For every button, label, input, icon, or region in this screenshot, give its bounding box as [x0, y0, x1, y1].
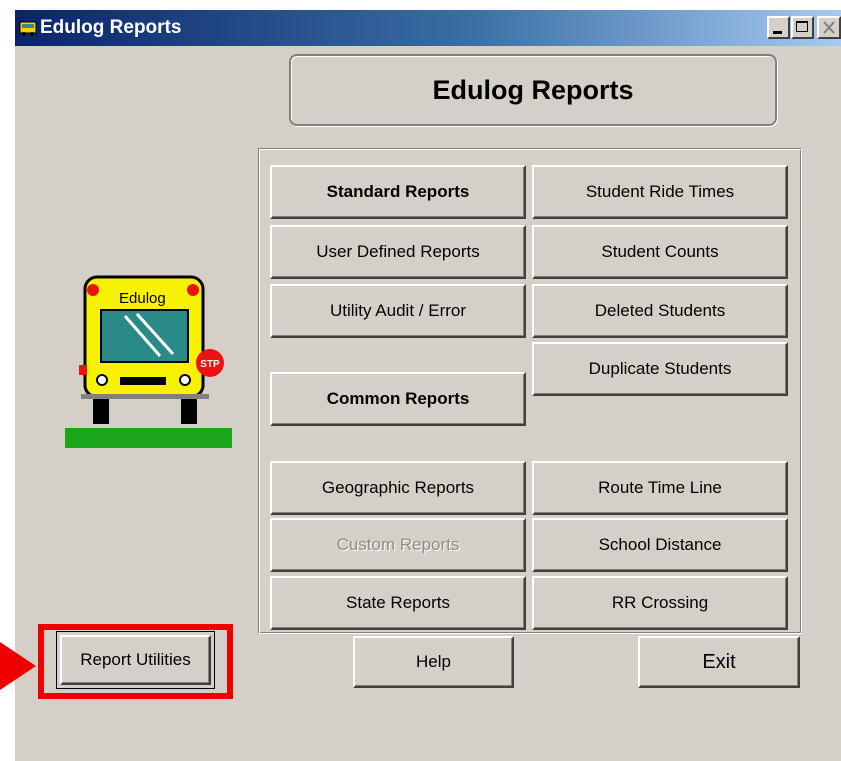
help-button[interactable]: Help	[353, 636, 514, 688]
close-icon	[823, 21, 835, 34]
common-reports-button[interactable]: Common Reports	[270, 372, 526, 426]
maximize-icon	[796, 21, 808, 32]
minimize-button[interactable]	[767, 16, 790, 39]
geographic-reports-button[interactable]: Geographic Reports	[270, 461, 526, 515]
page-title: Edulog Reports	[432, 74, 634, 105]
student-ride-times-button[interactable]: Student Ride Times	[532, 165, 788, 219]
student-counts-button[interactable]: Student Counts	[532, 225, 788, 279]
close-button[interactable]	[817, 16, 841, 39]
standard-reports-button[interactable]: Standard Reports	[270, 165, 526, 219]
utility-audit-error-button[interactable]: Utility Audit / Error	[270, 284, 526, 338]
title-bar[interactable]: Edulog Reports	[15, 10, 841, 46]
stop-sign-label: STP	[200, 359, 220, 370]
highlight-box	[38, 624, 233, 699]
pointer-arrow-icon	[0, 642, 36, 690]
user-defined-reports-button[interactable]: User Defined Reports	[270, 225, 526, 279]
window-title: Edulog Reports	[40, 17, 182, 38]
exit-button[interactable]: Exit	[638, 636, 800, 688]
rr-crossing-button[interactable]: RR Crossing	[532, 576, 788, 630]
deleted-students-button[interactable]: Deleted Students	[532, 284, 788, 338]
bus-app-icon	[19, 21, 37, 36]
minimize-icon	[773, 31, 782, 34]
bus-label: Edulog	[119, 290, 166, 307]
duplicate-students-button[interactable]: Duplicate Students	[532, 342, 788, 396]
header-box: Edulog Reports	[289, 54, 777, 126]
route-time-line-button[interactable]: Route Time Line	[532, 461, 788, 515]
school-distance-button[interactable]: School Distance	[532, 518, 788, 572]
custom-reports-button: Custom Reports	[270, 518, 526, 572]
state-reports-button[interactable]: State Reports	[270, 576, 526, 630]
maximize-button[interactable]	[791, 16, 814, 39]
